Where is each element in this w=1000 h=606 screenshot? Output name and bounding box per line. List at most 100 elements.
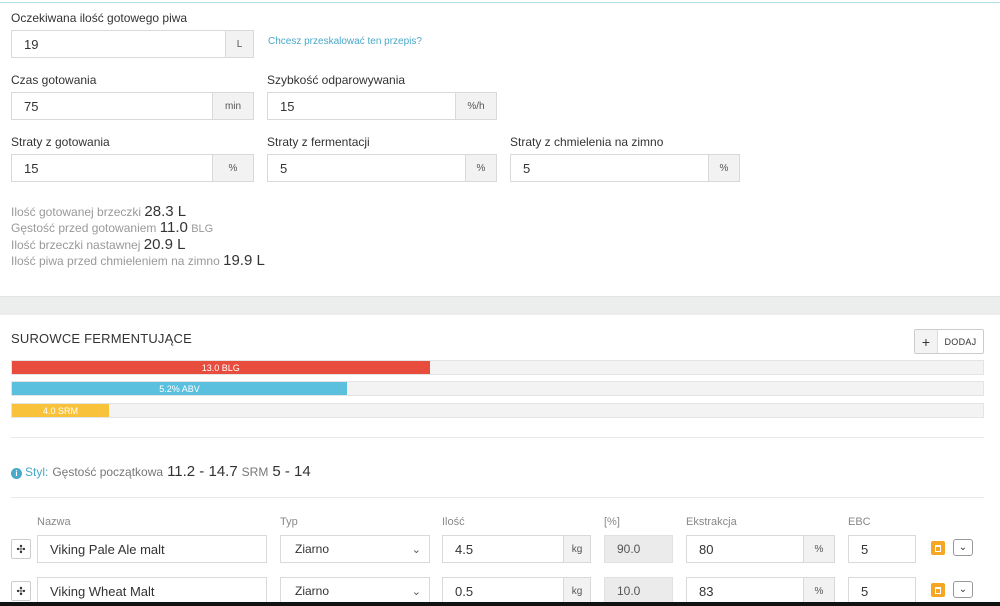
rescale-recipe-link[interactable]: Chcesz przeskalować ten przepis?: [268, 36, 422, 47]
boil-time-input[interactable]: 75 min: [11, 92, 254, 120]
abv-bar: 5.2% ABV: [11, 381, 984, 396]
style-info: i Styl: Gęstość początkowa 11.2 - 14.7 S…: [11, 463, 315, 480]
stat-pre-dryhop-beer-value: 19.9 L: [223, 252, 265, 269]
gravity-bar-fill: 13.0 BLG: [12, 361, 430, 374]
fermentable-extraction-input[interactable]: 80 %: [686, 535, 835, 563]
fermentable-ebc-value[interactable]: 5: [849, 584, 915, 599]
stat-pre-dryhop-beer-label: Ilość piwa przed chmieleniem na zimno: [11, 254, 220, 268]
stat-pre-boil-gravity-value: 11.0: [159, 219, 188, 236]
evaporation-input[interactable]: 15 %/h: [267, 92, 497, 120]
fermentable-name-value[interactable]: Viking Pale Ale malt: [38, 542, 266, 557]
expand-chevron-icon[interactable]: ⌄: [953, 581, 973, 598]
plus-icon: +: [915, 330, 938, 353]
style-srm-label: SRM: [241, 465, 269, 479]
fermentable-ebc-input[interactable]: 5: [848, 577, 916, 605]
window-bottom-edge: [0, 602, 1000, 606]
fermentation-loss-unit: %: [465, 155, 496, 181]
fermentation-loss-input[interactable]: 5 %: [267, 154, 497, 182]
fermentable-amount-value[interactable]: 4.5: [443, 542, 563, 557]
computed-stats: Ilość gotowanej brzeczki 28.3 L Gęstość …: [11, 204, 265, 269]
dryhop-loss-label: Straty z chmielenia na zimno: [510, 135, 664, 149]
delete-trash-icon[interactable]: [931, 583, 945, 597]
style-link[interactable]: Styl:: [25, 465, 48, 479]
style-srm-range: 5 - 14: [272, 463, 311, 480]
chevron-down-icon: ⌄: [411, 543, 421, 556]
expand-chevron-icon[interactable]: ⌄: [953, 539, 973, 556]
abv-bar-fill: 5.2% ABV: [12, 382, 347, 395]
fermentable-type-value: Ziarno: [295, 542, 330, 556]
column-header-amount: Ilość: [442, 516, 465, 528]
evaporation-value[interactable]: 15: [268, 99, 455, 114]
fermentation-loss-label: Straty z fermentacji: [267, 135, 370, 149]
stat-pitched-wort: Ilość brzeczki nastawnej 20.9 L: [11, 237, 265, 253]
drag-handle-icon[interactable]: ✣: [11, 581, 31, 601]
evaporation-unit: %/h: [455, 93, 496, 119]
stat-pitched-wort-value: 20.9 L: [143, 236, 186, 253]
fermentable-extraction-value[interactable]: 80: [687, 542, 803, 557]
section-divider: [0, 296, 1000, 315]
stat-boiled-wort: Ilość gotowanej brzeczki 28.3 L: [11, 204, 265, 220]
boil-time-value[interactable]: 75: [12, 99, 212, 114]
stat-pre-boil-gravity-label: Gęstość przed gotowaniem: [11, 221, 157, 235]
fermentable-amount-unit: kg: [563, 578, 590, 604]
add-fermentable-label: DODAJ: [944, 336, 977, 347]
fermentable-type-select[interactable]: Ziarno ⌄: [280, 577, 430, 605]
fermentable-name-input[interactable]: Viking Pale Ale malt: [37, 535, 267, 563]
fermentable-extraction-input[interactable]: 83 %: [686, 577, 835, 605]
column-header-extraction: Ekstrakcja: [686, 516, 737, 528]
expected-volume-unit: L: [225, 31, 253, 57]
stat-pre-boil-gravity-unit: BLG: [191, 223, 214, 235]
column-header-type: Typ: [280, 516, 298, 528]
fermentable-ebc-value[interactable]: 5: [849, 542, 915, 557]
fermentable-ebc-input[interactable]: 5: [848, 535, 916, 563]
expected-volume-value[interactable]: 19: [12, 37, 225, 52]
separator: [11, 497, 984, 498]
fermentable-percent: 10.0: [604, 577, 673, 605]
boil-loss-unit: %: [212, 155, 253, 181]
evaporation-label: Szybkość odparowywania: [267, 73, 406, 87]
srm-bar: 4.0 SRM: [11, 403, 984, 418]
fermentable-type-select[interactable]: Ziarno ⌄: [280, 535, 430, 563]
fermentable-extraction-unit: %: [803, 536, 834, 562]
stat-pre-boil-gravity: Gęstość przed gotowaniem 11.0 BLG: [11, 220, 265, 237]
fermentable-amount-unit: kg: [563, 536, 590, 562]
column-header-name: Nazwa: [37, 516, 71, 528]
dryhop-loss-unit: %: [708, 155, 739, 181]
add-fermentable-button[interactable]: + DODAJ: [914, 329, 984, 354]
fermentable-name-input[interactable]: Viking Wheat Malt: [37, 577, 267, 605]
fermentable-type-value: Ziarno: [295, 584, 330, 598]
expected-volume-input[interactable]: 19 L: [11, 30, 254, 58]
chevron-down-icon: ⌄: [411, 585, 421, 598]
info-icon: i: [11, 468, 22, 479]
separator: [11, 437, 984, 438]
top-accent-line: [0, 2, 1000, 3]
fermentable-name-value[interactable]: Viking Wheat Malt: [38, 584, 266, 599]
fermentables-title: SUROWCE FERMENTUJĄCE: [11, 331, 192, 346]
boil-time-unit: min: [212, 93, 253, 119]
fermentable-amount-value[interactable]: 0.5: [443, 584, 563, 599]
fermentable-percent: 90.0: [604, 535, 673, 563]
column-header-ebc: EBC: [848, 516, 871, 528]
abv-bar-label: 5.2% ABV: [159, 383, 200, 394]
fermentable-amount-input[interactable]: 0.5 kg: [442, 577, 591, 605]
boil-loss-value[interactable]: 15: [12, 161, 212, 176]
column-header-percent: [%]: [604, 516, 620, 528]
stat-pre-dryhop-beer: Ilość piwa przed chmieleniem na zimno 19…: [11, 253, 265, 269]
boil-loss-input[interactable]: 15 %: [11, 154, 254, 182]
gravity-bar: 13.0 BLG: [11, 360, 984, 375]
stat-boiled-wort-value: 28.3 L: [144, 203, 187, 220]
dryhop-loss-input[interactable]: 5 %: [510, 154, 740, 182]
fermentation-loss-value[interactable]: 5: [268, 161, 465, 176]
stat-pitched-wort-label: Ilość brzeczki nastawnej: [11, 238, 141, 252]
style-gravity-range: 11.2 - 14.7: [167, 463, 238, 480]
boil-time-label: Czas gotowania: [11, 73, 97, 87]
fermentable-extraction-unit: %: [803, 578, 834, 604]
boil-loss-label: Straty z gotowania: [11, 135, 110, 149]
fermentable-extraction-value[interactable]: 83: [687, 584, 803, 599]
style-gravity-label: Gęstość początkowa: [52, 465, 164, 479]
srm-bar-fill: 4.0 SRM: [12, 404, 110, 417]
drag-handle-icon[interactable]: ✣: [11, 539, 31, 559]
fermentable-amount-input[interactable]: 4.5 kg: [442, 535, 591, 563]
dryhop-loss-value[interactable]: 5: [511, 161, 708, 176]
delete-trash-icon[interactable]: [931, 541, 945, 555]
